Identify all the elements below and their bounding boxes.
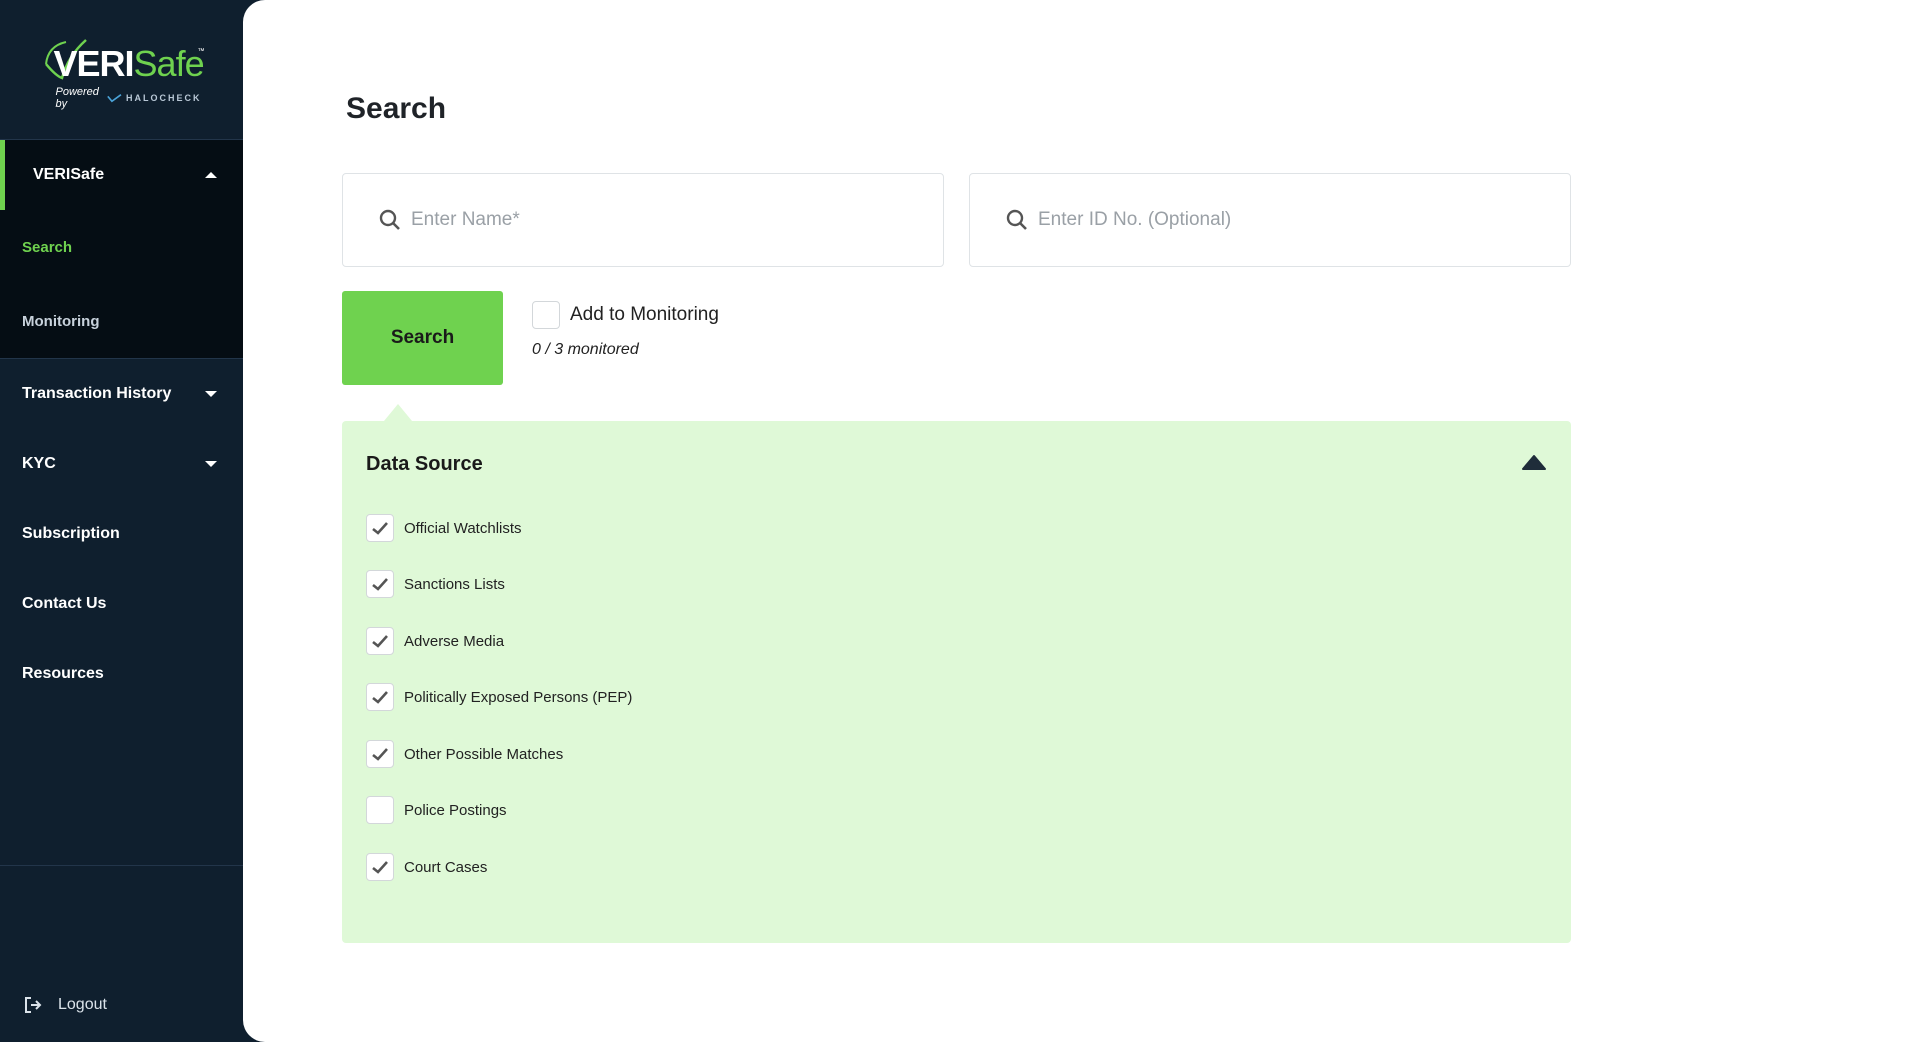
sidebar-item-label: KYC (22, 455, 56, 472)
page-title: Search (346, 92, 447, 125)
add-to-monitoring[interactable]: Add to Monitoring (532, 301, 719, 329)
checkbox-unchecked[interactable] (366, 796, 394, 824)
id-field[interactable] (969, 173, 1571, 267)
logo-mark: VERISafe ™ Powered by HALOCHECK (42, 30, 205, 110)
brand-logo[interactable]: VERISafe ™ Powered by HALOCHECK (0, 0, 243, 140)
sidebar-item-resources[interactable]: Resources (0, 639, 243, 709)
data-source-title: Data Source (366, 453, 483, 475)
checkbox-checked[interactable] (366, 627, 394, 655)
logo-trademark: ™ (197, 47, 205, 55)
search-icon (379, 209, 400, 230)
name-input[interactable] (411, 209, 931, 231)
sidebar-item-label: Contact Us (22, 595, 107, 612)
sidebar-divider (0, 865, 243, 866)
data-source-label: Other Possible Matches (404, 745, 564, 763)
id-input[interactable] (1038, 209, 1558, 231)
name-field[interactable] (342, 173, 944, 267)
data-source-panel: Data Source Official Watchlists Sanction… (342, 421, 1571, 943)
sidebar-item-label: Subscription (22, 525, 120, 542)
checkbox-checked[interactable] (366, 570, 394, 598)
chevron-up-icon[interactable] (1521, 453, 1547, 471)
sidebar-item-search[interactable]: Search (0, 210, 243, 284)
logo-wordmark: VERISafe (53, 42, 205, 84)
checkmark-icon (372, 690, 388, 704)
checkmark-icon (372, 747, 388, 761)
nav-group-label: VERISafe (33, 166, 105, 183)
nav-group-verisafe-toggle[interactable]: VERISafe (0, 140, 243, 210)
data-source-label: Adverse Media (404, 632, 505, 650)
data-source-item-court-cases[interactable]: Court Cases (366, 853, 487, 881)
add-to-monitoring-label: Add to Monitoring (570, 304, 719, 325)
checkbox-checked[interactable] (366, 514, 394, 542)
caret-down-icon (205, 391, 217, 397)
powered-by-text: Powered by (55, 85, 99, 110)
main-content: Search Search Add to Monitoring 0 / 3 mo… (243, 0, 1920, 1042)
checkbox-checked[interactable] (366, 740, 394, 768)
sidebar-item-monitoring[interactable]: Monitoring (0, 284, 243, 358)
sidebar-item-contact-us[interactable]: Contact Us (0, 569, 243, 639)
data-source-item-official-watchlists[interactable]: Official Watchlists (366, 514, 522, 542)
logout-label: Logout (58, 996, 107, 1013)
data-source-label: Politically Exposed Persons (PEP) (404, 688, 633, 706)
add-to-monitoring-checkbox[interactable] (532, 301, 560, 329)
logout-button[interactable]: Logout (24, 996, 107, 1014)
data-source-label: Sanctions Lists (404, 575, 505, 593)
checkmark-icon (372, 577, 388, 591)
logo-powered-by: Powered by HALOCHECK (56, 86, 202, 110)
search-icon (1006, 209, 1027, 230)
halocheck-icon (107, 93, 122, 102)
data-source-item-police-postings[interactable]: Police Postings (366, 796, 507, 824)
logout-icon (25, 997, 42, 1013)
data-source-item-adverse-media[interactable]: Adverse Media (366, 627, 504, 655)
checkbox-checked[interactable] (366, 853, 394, 881)
sidebar-item-subscription[interactable]: Subscription (0, 499, 243, 569)
checkmark-icon (372, 521, 388, 535)
checkmark-icon (372, 634, 388, 648)
data-source-label: Official Watchlists (404, 519, 522, 537)
monitored-count: 0 / 3 monitored (532, 341, 639, 358)
checkmark-icon (372, 860, 388, 874)
nav-group-verisafe: VERISafe Search Monitoring (0, 140, 243, 359)
data-source-item-other-possible-matches[interactable]: Other Possible Matches (366, 740, 563, 768)
sidebar-item-label: Resources (22, 665, 104, 682)
sidebar-item-label: Transaction History (22, 385, 172, 402)
checkbox-checked[interactable] (366, 683, 394, 711)
data-source-label: Police Postings (404, 801, 507, 819)
data-source-item-pep[interactable]: Politically Exposed Persons (PEP) (366, 683, 632, 711)
sidebar-item-kyc[interactable]: KYC (0, 429, 243, 499)
caret-up-icon (205, 172, 217, 178)
data-source-item-sanctions-lists[interactable]: Sanctions Lists (366, 570, 505, 598)
caret-down-icon (205, 461, 217, 467)
logo-word-green: Safe (133, 42, 205, 84)
data-source-label: Court Cases (404, 858, 488, 876)
panel-pointer (384, 404, 412, 421)
partner-name: HALOCHECK (126, 92, 202, 103)
search-button[interactable]: Search (342, 291, 503, 385)
logo-word-white: VERI (53, 42, 135, 84)
sidebar: VERISafe ™ Powered by HALOCHECK VERISafe… (0, 0, 243, 1042)
sidebar-item-transaction-history[interactable]: Transaction History (0, 359, 243, 429)
